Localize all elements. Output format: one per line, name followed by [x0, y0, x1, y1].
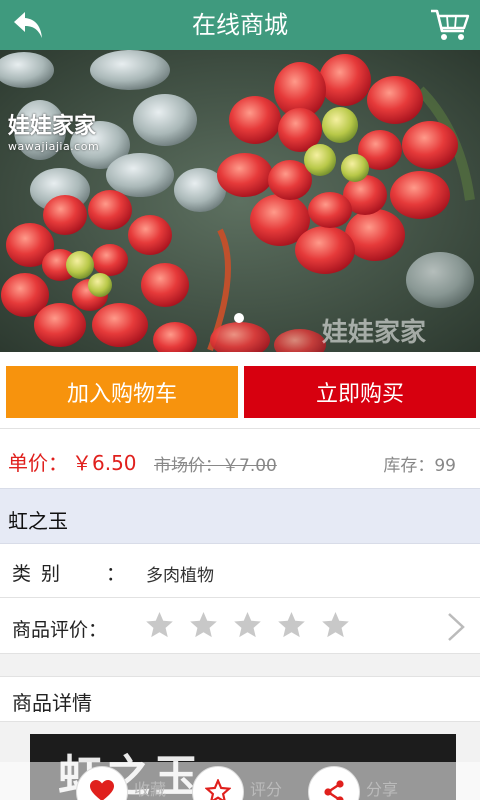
brand-logo-text: 娃娃家家 — [8, 114, 97, 139]
add-to-cart-button[interactable]: 加入购物车 — [6, 366, 238, 418]
page-title: 在线商城 — [192, 11, 288, 39]
carousel-indicator-dot[interactable] — [234, 313, 244, 323]
heart-icon — [90, 780, 114, 800]
market-price: 市场价：￥7.00 — [154, 456, 277, 476]
stock-count: 库存：99 — [383, 456, 456, 476]
share-button[interactable]: 分享 — [308, 762, 418, 800]
section-spacer — [0, 654, 480, 676]
star-outline-icon — [205, 779, 231, 800]
rating-label: 商品评价： — [12, 619, 108, 641]
category-value: 多肉植物 — [146, 566, 214, 586]
app-header: 在线商城 — [0, 0, 480, 50]
chevron-right-icon — [448, 613, 465, 641]
favorite-label: 收藏 — [134, 780, 167, 799]
unit-price-value: ￥6.50 — [72, 451, 137, 475]
product-rating-row[interactable]: 商品评价： — [0, 598, 480, 654]
brand-logo-url: wawajiajia.com — [8, 140, 100, 153]
action-bar: 加入购物车 立即购买 — [0, 352, 480, 428]
category-label: 类 别 — [12, 563, 63, 585]
unit-price-label: 单价： — [8, 451, 68, 475]
buy-now-button[interactable]: 立即购买 — [244, 366, 476, 418]
star-icon — [322, 611, 349, 638]
brand-logo: 娃娃家家 wawajiajia.com — [8, 108, 99, 153]
product-name-row: 虹之玉 — [0, 488, 480, 544]
succulent-photo — [0, 50, 480, 352]
star-icon — [234, 611, 261, 638]
share-label: 分享 — [366, 780, 399, 799]
product-name: 虹之玉 — [8, 509, 68, 533]
favorite-button[interactable]: 收藏 — [76, 762, 186, 800]
cart-button[interactable] — [428, 6, 472, 44]
star-icon — [146, 611, 173, 638]
star-icon — [278, 611, 305, 638]
product-detail-header: 商品详情 — [0, 676, 480, 722]
star-icon — [190, 611, 217, 638]
watermark-logo: 娃娃家家 — [322, 318, 427, 348]
rate-icon-circle — [192, 766, 244, 800]
category-colon: ： — [106, 563, 126, 585]
rate-label: 评分 — [250, 780, 283, 799]
product-image-carousel[interactable]: 娃娃家家 wawajiajia.com — [0, 50, 480, 352]
favorite-icon-circle — [76, 766, 128, 800]
share-icon-circle — [308, 766, 360, 800]
share-icon — [324, 780, 344, 800]
bottom-toolbar: 收藏 评分 分享 — [0, 762, 480, 800]
price-row: 单价： ￥6.50 市场价：￥7.00 库存：99 — [0, 428, 480, 488]
shopping-cart-icon — [431, 9, 470, 40]
category-row: 类 别 ： 多肉植物 — [0, 544, 480, 598]
product-detail-title: 商品详情 — [12, 691, 92, 715]
rate-button[interactable]: 评分 — [192, 762, 302, 800]
rating-stars — [144, 610, 351, 641]
